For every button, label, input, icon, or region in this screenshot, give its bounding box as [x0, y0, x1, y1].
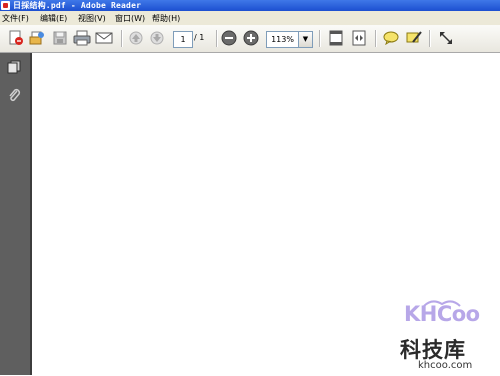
zoom-input[interactable]: 113% — [266, 31, 299, 48]
next-page-button[interactable] — [148, 29, 166, 47]
open-button[interactable] — [28, 29, 46, 47]
pages-button[interactable] — [6, 59, 22, 75]
fit-page-button[interactable] — [327, 29, 345, 47]
zoom-dropdown-button[interactable]: ▼ — [298, 31, 313, 48]
adobe-reader-icon — [1, 1, 10, 10]
sign-button[interactable] — [405, 29, 423, 47]
window-title: 日採结构.pdf - Adobe Reader — [13, 1, 142, 10]
menu-edit[interactable]: 编辑(E) — [40, 13, 67, 24]
plus-circle-icon — [243, 30, 259, 46]
fit-page-icon — [329, 30, 343, 46]
toolbar — [0, 25, 500, 53]
save-button[interactable] — [51, 29, 69, 47]
expand-arrows-icon — [440, 32, 452, 44]
zoom-in-button[interactable] — [242, 29, 260, 47]
previous-page-button[interactable] — [127, 29, 145, 47]
toolbar-separator — [429, 30, 431, 47]
navigation-panel — [0, 53, 32, 375]
printer-icon — [73, 30, 91, 46]
menu-bar: 文件(F) 编辑(E) 视图(V) 窗口(W) 帮助(H) — [0, 11, 500, 26]
watermark-logo: KHCoo — [404, 302, 480, 326]
menu-window[interactable]: 窗口(W) — [115, 13, 145, 24]
menu-view[interactable]: 视图(V) — [78, 13, 106, 24]
fit-width-button[interactable] — [350, 29, 368, 47]
toolbar-separator — [319, 30, 321, 47]
menu-help[interactable]: 帮助(H) — [152, 13, 180, 24]
envelope-icon — [95, 32, 113, 44]
page-number-input[interactable]: 1 — [173, 31, 193, 48]
arrow-down-icon — [150, 31, 164, 45]
pages-icon — [7, 60, 21, 74]
create-pdf-icon — [9, 30, 23, 45]
khcoo-watermark: KHCoo 科技库 khcoo.com — [396, 296, 496, 376]
menu-file[interactable]: 文件(F) — [2, 13, 29, 24]
fit-width-icon — [352, 30, 366, 46]
attachments-button[interactable] — [6, 87, 22, 103]
email-button[interactable] — [95, 29, 113, 47]
title-bar: 日採结构.pdf - Adobe Reader — [0, 0, 500, 11]
zoom-out-button[interactable] — [220, 29, 238, 47]
sticky-note-pen-icon — [406, 31, 422, 43]
comment-button[interactable] — [382, 29, 400, 47]
full-screen-button[interactable] — [437, 29, 455, 47]
open-folder-icon — [29, 31, 44, 45]
print-button[interactable] — [73, 29, 91, 47]
toolbar-separator — [216, 30, 218, 47]
arrow-up-icon — [129, 31, 143, 45]
save-icon — [53, 31, 67, 45]
watermark-domain: khcoo.com — [418, 360, 473, 371]
speech-bubble-icon — [383, 31, 399, 45]
minus-circle-icon — [221, 30, 237, 46]
page-total: / 1 — [194, 33, 205, 42]
toolbar-separator — [121, 30, 123, 47]
paperclip-icon — [9, 88, 21, 102]
toolbar-separator — [375, 30, 377, 47]
create-pdf-button[interactable] — [7, 29, 25, 47]
